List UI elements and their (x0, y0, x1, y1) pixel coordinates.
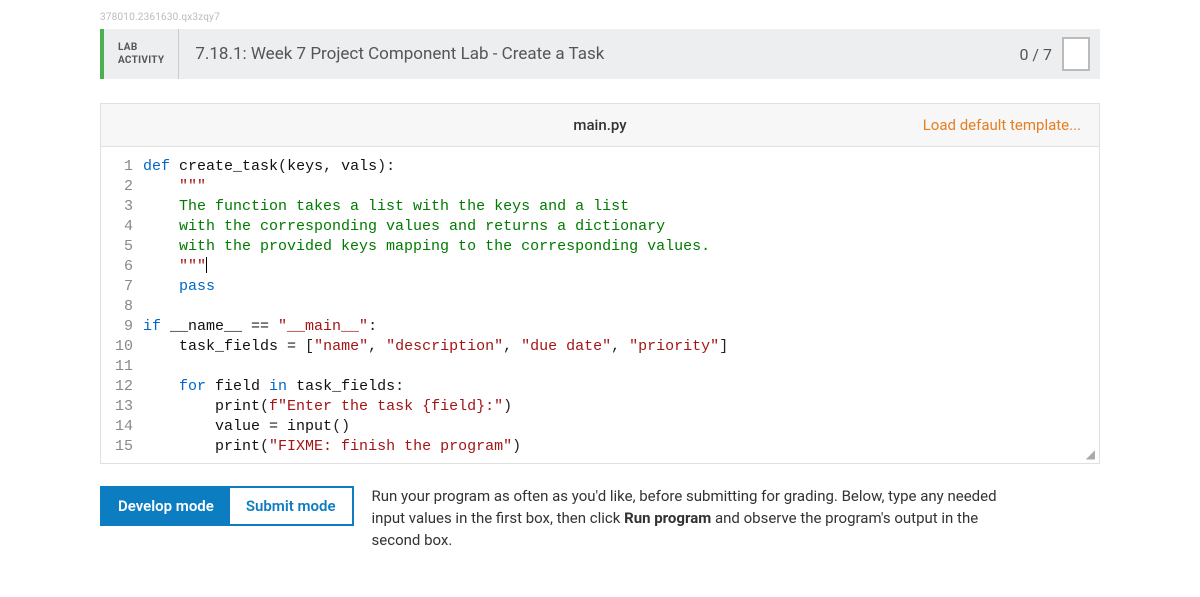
code-content[interactable] (143, 357, 1099, 377)
code-content[interactable]: The function takes a list with the keys … (143, 197, 1099, 217)
code-content[interactable]: if __name__ == "__main__": (143, 317, 1099, 337)
code-content[interactable]: value = input() (143, 417, 1099, 437)
helper-line: second box. (372, 531, 453, 549)
code-line[interactable]: 5 with the provided keys mapping to the … (101, 237, 1099, 257)
code-line[interactable]: 6 """ (101, 257, 1099, 277)
develop-mode-tab[interactable]: Develop mode (102, 488, 230, 524)
score-text: 0 / 7 (1019, 45, 1052, 64)
code-editor[interactable]: 1def create_task(keys, vals):2 """3 The … (100, 147, 1100, 464)
code-line[interactable]: 7 pass (101, 277, 1099, 297)
load-default-template-link[interactable]: Load default template... (923, 116, 1099, 134)
line-number: 14 (101, 417, 143, 437)
code-line[interactable]: 9if __name__ == "__main__": (101, 317, 1099, 337)
mode-tabs: Develop mode Submit mode (100, 486, 354, 526)
helper-line: input values in the first box, then clic… (372, 509, 625, 527)
line-number: 3 (101, 197, 143, 217)
resize-handle-icon[interactable]: ◢ (1086, 447, 1095, 461)
run-program-label: Run program (624, 509, 711, 527)
line-number: 5 (101, 237, 143, 257)
code-content[interactable]: for field in task_fields: (143, 377, 1099, 397)
lab-title: 7.18.1: Week 7 Project Component Lab - C… (179, 29, 1003, 79)
filename-label: main.py (573, 116, 626, 134)
code-content[interactable]: def create_task(keys, vals): (143, 157, 1099, 177)
line-number: 7 (101, 277, 143, 297)
helper-text: Run your program as often as you'd like,… (372, 486, 997, 551)
line-number: 6 (101, 257, 143, 277)
lab-activity-badge: LAB ACTIVITY (104, 29, 179, 79)
line-number: 1 (101, 157, 143, 177)
helper-line: and observe the program's output in the (711, 509, 978, 527)
lab-header: LAB ACTIVITY 7.18.1: Week 7 Project Comp… (100, 29, 1100, 79)
helper-line: Run your program as often as you'd like,… (372, 487, 997, 505)
file-bar: main.py Load default template... (100, 103, 1100, 147)
code-line[interactable]: 1def create_task(keys, vals): (101, 157, 1099, 177)
code-line[interactable]: 2 """ (101, 177, 1099, 197)
line-number: 15 (101, 437, 143, 457)
code-content[interactable]: pass (143, 277, 1099, 297)
badge-line2: ACTIVITY (118, 54, 164, 67)
line-number: 8 (101, 297, 143, 317)
submit-mode-tab[interactable]: Submit mode (230, 488, 352, 524)
code-line[interactable]: 13 print(f"Enter the task {field}:") (101, 397, 1099, 417)
code-line[interactable]: 3 The function takes a list with the key… (101, 197, 1099, 217)
code-content[interactable]: task_fields = ["name", "description", "d… (143, 337, 1099, 357)
code-line[interactable]: 14 value = input() (101, 417, 1099, 437)
line-number: 9 (101, 317, 143, 337)
code-content[interactable]: """ (143, 257, 1099, 277)
watermark-id: 378010.2361630.qx3zqy7 (100, 12, 1100, 23)
code-line[interactable]: 11 (101, 357, 1099, 377)
code-content[interactable]: print("FIXME: finish the program") (143, 437, 1099, 457)
code-line[interactable]: 10 task_fields = ["name", "description",… (101, 337, 1099, 357)
code-line[interactable]: 4 with the corresponding values and retu… (101, 217, 1099, 237)
code-content[interactable]: with the provided keys mapping to the co… (143, 237, 1099, 257)
score-box-icon (1062, 37, 1090, 71)
text-cursor (206, 257, 207, 273)
code-content[interactable]: with the corresponding values and return… (143, 217, 1099, 237)
line-number: 12 (101, 377, 143, 397)
line-number: 10 (101, 337, 143, 357)
code-line[interactable]: 12 for field in task_fields: (101, 377, 1099, 397)
line-number: 2 (101, 177, 143, 197)
line-number: 11 (101, 357, 143, 377)
badge-line1: LAB (118, 41, 164, 54)
code-content[interactable]: print(f"Enter the task {field}:") (143, 397, 1099, 417)
line-number: 4 (101, 217, 143, 237)
code-line[interactable]: 8 (101, 297, 1099, 317)
code-line[interactable]: 15 print("FIXME: finish the program") (101, 437, 1099, 457)
code-content[interactable]: """ (143, 177, 1099, 197)
line-number: 13 (101, 397, 143, 417)
code-content[interactable] (143, 297, 1099, 317)
score-area: 0 / 7 (1003, 29, 1100, 79)
